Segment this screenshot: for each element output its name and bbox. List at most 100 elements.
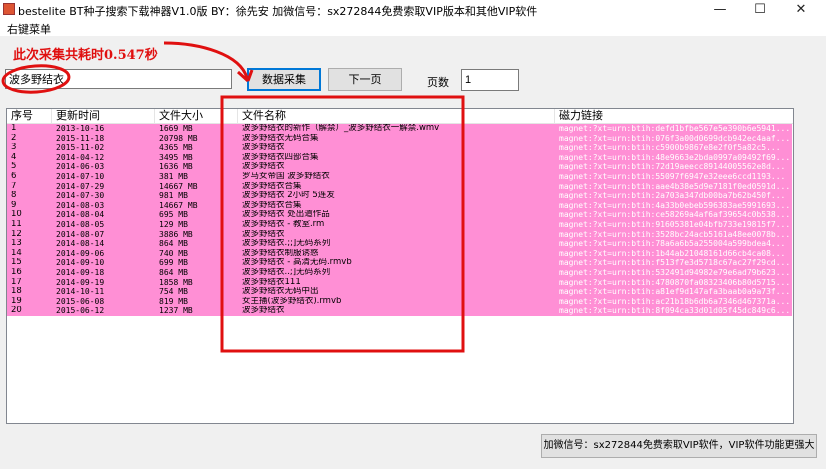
cell-update-time: 2014-04-12 [52, 152, 155, 163]
cell-magnet-link: magnet:?xt=urn:btih:4780870fa08323406b80… [555, 277, 792, 288]
table-row[interactable]: 12 2014-08-07 3886 MB 波多野结衣 magnet:?xt=urn:b… [7, 229, 793, 240]
header-index[interactable]: 序号 [7, 109, 52, 123]
table-row[interactable]: 19 2015-06-08 819 MB 女主播(波多野结衣).rmvb magnet:… [7, 296, 793, 307]
cell-index: 20 [7, 306, 52, 316]
table-row[interactable]: 18 2014-10-11 754 MB 波多野结衣无码中出 magnet:?xt=ur… [7, 287, 793, 297]
cell-update-time: 2014-09-18 [52, 267, 155, 278]
cell-file-name: 波多野结衣111 [238, 277, 555, 288]
cell-magnet-link: magnet:?xt=urn:btih:ce58269a4af6af39654c… [555, 210, 792, 220]
vip-notice-button[interactable]: 加微信号：sx272844免费索取VIP软件，VIP软件功能更强大 [541, 434, 817, 458]
cell-index: 18 [7, 287, 52, 297]
cell-update-time: 2015-11-02 [52, 143, 155, 153]
cell-file-name: 波多野结衣四部合集 [238, 152, 555, 163]
search-input[interactable] [5, 69, 232, 89]
cell-file-name: 波多野结衣无码中出 [238, 287, 555, 297]
cell-file-size: 695 MB [155, 210, 238, 220]
cell-file-size: 754 MB [155, 287, 238, 297]
cell-magnet-link: magnet:?xt=urn:btih:defd1bfbe567e5e390b6… [555, 124, 792, 134]
cell-update-time: 2014-06-03 [52, 162, 155, 172]
close-button[interactable]: ✕ [781, 0, 821, 20]
cell-index: 5 [7, 162, 52, 172]
cell-index: 17 [7, 277, 52, 288]
page-input[interactable] [461, 69, 519, 91]
table-header: 序号 更新时间 文件大小 文件名称 磁力链接 [7, 109, 793, 124]
minimize-button[interactable]: — [700, 0, 740, 20]
cell-index: 11 [7, 219, 52, 230]
cell-update-time: 2014-07-30 [52, 191, 155, 201]
cell-file-size: 819 MB [155, 296, 238, 307]
table-row[interactable]: 7 2014-07-29 14667 MB 波多野结衣合集 magnet:?xt=urn… [7, 181, 793, 192]
cell-magnet-link: magnet:?xt=urn:btih:f513f7e3d5718c67ac27… [555, 258, 792, 268]
table-row[interactable]: 5 2014-06-03 1636 MB 波多野结衣 magnet:?xt=urn:bt… [7, 162, 793, 172]
cell-file-size: 1858 MB [155, 277, 238, 288]
cell-update-time: 2014-10-11 [52, 287, 155, 297]
cell-index: 1 [7, 124, 52, 134]
cell-file-size: 699 MB [155, 258, 238, 268]
table-row[interactable]: 4 2014-04-12 3495 MB 波多野结衣四部合集 magnet:?xt=ur… [7, 152, 793, 163]
header-file-name[interactable]: 文件名称 [238, 109, 555, 123]
table-row[interactable]: 6 2014-07-10 381 MB 罗马女帝国 波多野结衣 magnet:?xt=u… [7, 171, 793, 182]
cell-file-name: 波多野结衣 2小时 5连发 [238, 191, 555, 201]
cell-file-name: 波多野结衣 [238, 143, 555, 153]
cell-file-name: 波多野结衣 - 教室.rm [238, 219, 555, 230]
table-row[interactable]: 13 2014-08-14 864 MB 波多野结衣.;;]无码系列 magnet:?x… [7, 239, 793, 249]
collect-button[interactable]: 数据采集 [247, 68, 321, 91]
right-click-menu[interactable]: 右键菜单 [7, 21, 51, 37]
cell-magnet-link: magnet:?xt=urn:btih:c5900b9867e8e2f0f5a8… [555, 143, 792, 153]
cell-magnet-link: magnet:?xt=urn:btih:2a703a347db00ba7b62b… [555, 191, 792, 201]
cell-update-time: 2013-10-16 [52, 124, 155, 134]
cell-file-name: 波多野结衣..;]无码系列 [238, 267, 555, 278]
cell-update-time: 2014-08-05 [52, 219, 155, 230]
cell-file-name: 女主播(波多野结衣).rmvb [238, 296, 555, 307]
table-row[interactable]: 14 2014-09-06 740 MB 波多野结衣制服诱惑 magnet:?xt=ur… [7, 248, 793, 259]
cell-magnet-link: magnet:?xt=urn:btih:1b44ab21048161d66cb4… [555, 248, 792, 259]
cell-index: 13 [7, 239, 52, 249]
cell-index: 15 [7, 258, 52, 268]
table-row[interactable]: 16 2014-09-18 864 MB 波多野结衣..;]无码系列 magnet:?x… [7, 267, 793, 278]
cell-file-size: 1669 MB [155, 124, 238, 134]
cell-file-size: 3495 MB [155, 152, 238, 163]
next-page-button[interactable]: 下一页 [328, 68, 402, 91]
table-row[interactable]: 10 2014-08-04 695 MB 波多野结衣 处出道作品 magnet:?xt=… [7, 210, 793, 220]
cell-magnet-link: magnet:?xt=urn:btih:55097f6947e32eee6ccd… [555, 171, 792, 182]
cell-file-name: 波多野结衣无码合集 [238, 133, 555, 144]
header-magnet-link[interactable]: 磁力链接 [555, 109, 793, 123]
cell-index: 8 [7, 191, 52, 201]
cell-magnet-link: magnet:?xt=urn:btih:91605381e04bfb733e19… [555, 219, 792, 230]
cell-index: 9 [7, 200, 52, 211]
cell-magnet-link: magnet:?xt=urn:btih:3528bc24acb5161a48ee… [555, 229, 792, 240]
cell-magnet-link: magnet:?xt=urn:btih:78a6a6b5a255004a599b… [555, 239, 792, 249]
timing-label: 此次采集共耗时0.547秒 [13, 48, 158, 63]
cell-magnet-link: magnet:?xt=urn:btih:48e9663e2bda0997a094… [555, 152, 792, 163]
cell-file-name: 波多野结衣制服诱惑 [238, 248, 555, 259]
table-row[interactable]: 2 2015-11-18 20798 MB 波多野结衣无码合集 magnet:?xt=u… [7, 133, 793, 144]
cell-index: 14 [7, 248, 52, 259]
cell-index: 6 [7, 171, 52, 182]
table-row[interactable]: 11 2014-08-05 129 MB 波多野结衣 - 教室.rm magnet:?x… [7, 219, 793, 230]
table-row[interactable]: 1 2013-10-16 1669 MB 波多野结衣的新作（解禁）_波多野结衣一解禁.… [7, 124, 793, 134]
table-row[interactable]: 15 2014-09-10 699 MB 波多野结衣 - 高清无码.rmvb magne… [7, 258, 793, 268]
cell-file-name: 波多野结衣合集 [238, 181, 555, 192]
cell-file-name: 波多野结衣 处出道作品 [238, 210, 555, 220]
cell-index: 10 [7, 210, 52, 220]
cell-magnet-link: magnet:?xt=urn:btih:aae4b38e5d9e7181f0ed… [555, 181, 792, 192]
cell-update-time: 2014-08-03 [52, 200, 155, 211]
table-row[interactable]: 17 2014-09-19 1858 MB 波多野结衣111 magnet:?xt=ur… [7, 277, 793, 288]
table-row[interactable]: 3 2015-11-02 4365 MB 波多野结衣 magnet:?xt=urn:bt… [7, 143, 793, 153]
app-icon [3, 3, 15, 15]
cell-index: 7 [7, 181, 52, 192]
table-row[interactable]: 8 2014-07-30 981 MB 波多野结衣 2小时 5连发 magnet:?xt… [7, 191, 793, 201]
cell-update-time: 2014-09-19 [52, 277, 155, 288]
cell-update-time: 2014-09-10 [52, 258, 155, 268]
header-file-size[interactable]: 文件大小 [155, 109, 238, 123]
cell-magnet-link: magnet:?xt=urn:btih:a81ef9d147afa3baab0a… [555, 287, 792, 297]
cell-index: 3 [7, 143, 52, 153]
header-update-time[interactable]: 更新时间 [52, 109, 155, 123]
cell-index: 2 [7, 133, 52, 144]
cell-file-size: 1237 MB [155, 306, 238, 316]
table-row[interactable]: 9 2014-08-03 14667 MB 波多野结衣合集 magnet:?xt=urn… [7, 200, 793, 211]
cell-magnet-link: magnet:?xt=urn:btih:8f094ca33d01d05f45dc… [555, 306, 792, 316]
cell-file-name: 波多野结衣 [238, 162, 555, 172]
maximize-button[interactable]: ☐ [740, 0, 780, 20]
table-row[interactable]: 20 2015-06-12 1237 MB 波多野结衣 magnet:?xt=urn:b… [7, 306, 793, 316]
